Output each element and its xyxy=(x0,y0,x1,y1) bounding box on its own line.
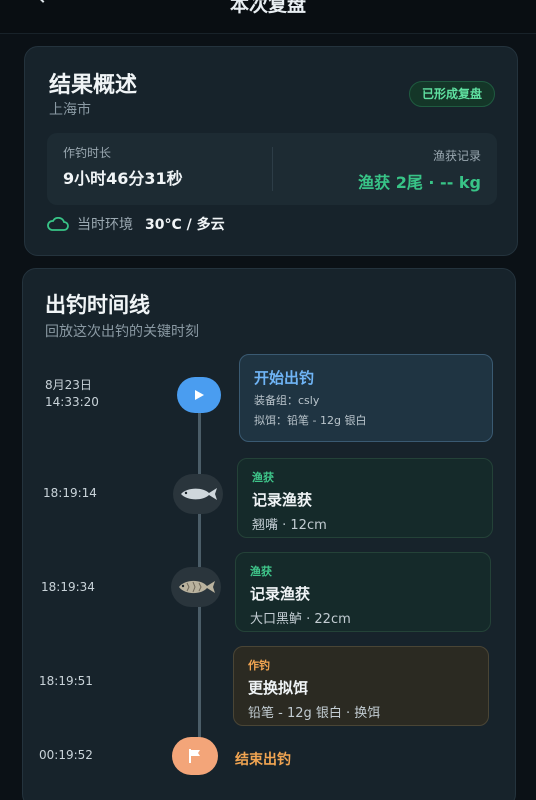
cloud-icon xyxy=(47,217,69,231)
event-tag: 作钓 xyxy=(248,659,270,672)
fish-icon xyxy=(181,488,217,500)
event-tag: 渔获 xyxy=(250,565,272,578)
event-gear: 装备组：csly xyxy=(254,394,320,407)
event-time-value: 14:33:20 xyxy=(45,395,99,409)
catch-label: 渔获记录 xyxy=(432,149,481,163)
event-title: 记录渔获 xyxy=(250,585,311,603)
env-value: 30°C / 多云 xyxy=(145,217,225,233)
timeline-subtitle: 回放这次出钓的关键时刻 xyxy=(45,324,199,340)
status-badge: 已形成复盘 xyxy=(408,81,495,107)
event-title: 更换拟饵 xyxy=(248,679,309,697)
event-card-start[interactable]: 开始出钓 装备组：csly 拟饵：铅笔 - 12g 银白 xyxy=(239,354,493,442)
event-card-catch[interactable]: 渔获 记录渔获 大口黑鲈 · 22cm xyxy=(235,552,491,632)
duration-value: 9小时46分31秒 xyxy=(63,169,183,188)
event-time: 00:19:52 xyxy=(39,748,93,762)
play-node xyxy=(177,377,221,413)
event-time: 18:19:51 xyxy=(39,674,93,688)
stats-divider xyxy=(272,147,273,191)
event-card-catch[interactable]: 渔获 记录渔获 翘嘴 · 12cm xyxy=(237,458,493,538)
end-node xyxy=(172,737,218,775)
event-title: 记录渔获 xyxy=(252,491,313,509)
fish-thumbnail-node xyxy=(173,474,223,514)
fish-icon xyxy=(179,580,215,594)
play-icon xyxy=(195,390,204,400)
timeline-card: 出钓时间线 回放这次出钓的关键时刻 8月23日 14:33:20 开始出钓 装备… xyxy=(22,268,516,800)
event-detail: 铅笔 - 12g 银白 · 换饵 xyxy=(248,706,381,721)
summary-card: 结果概述 上海市 已形成复盘 作钓时长 9小时46分31秒 渔获记录 渔获 2尾… xyxy=(24,46,518,256)
stats-panel: 作钓时长 9小时46分31秒 渔获记录 渔获 2尾 · -- kg xyxy=(47,133,497,205)
end-label: 结束出钓 xyxy=(235,752,291,768)
event-tag: 渔获 xyxy=(252,471,274,484)
event-time: 18:19:14 xyxy=(43,486,97,500)
top-bar: 本次复盘 xyxy=(0,0,536,34)
flag-icon xyxy=(189,749,200,763)
city-label: 上海市 xyxy=(49,102,91,118)
env-label: 当时环境 xyxy=(77,217,133,233)
catch-value: 渔获 2尾 · -- kg xyxy=(358,173,481,192)
duration-label: 作钓时长 xyxy=(63,146,112,160)
environment-row: 当时环境 30°C / 多云 xyxy=(47,213,225,235)
event-time: 18:19:34 xyxy=(41,580,95,594)
event-date: 8月23日 xyxy=(45,378,92,392)
event-card-change-lure[interactable]: 作钓 更换拟饵 铅笔 - 12g 银白 · 换饵 xyxy=(233,646,489,726)
event-detail: 大口黑鲈 · 22cm xyxy=(250,612,351,627)
event-detail: 翘嘴 · 12cm xyxy=(252,518,327,533)
event-title: 开始出钓 xyxy=(254,369,315,387)
summary-title: 结果概述 xyxy=(49,73,138,98)
page-title: 本次复盘 xyxy=(229,0,306,16)
timeline-title: 出钓时间线 xyxy=(45,293,150,317)
event-lure: 拟饵：铅笔 - 12g 银白 xyxy=(254,414,367,427)
event-time: 8月23日 14:33:20 xyxy=(45,377,99,411)
fish-thumbnail-node xyxy=(171,567,221,607)
